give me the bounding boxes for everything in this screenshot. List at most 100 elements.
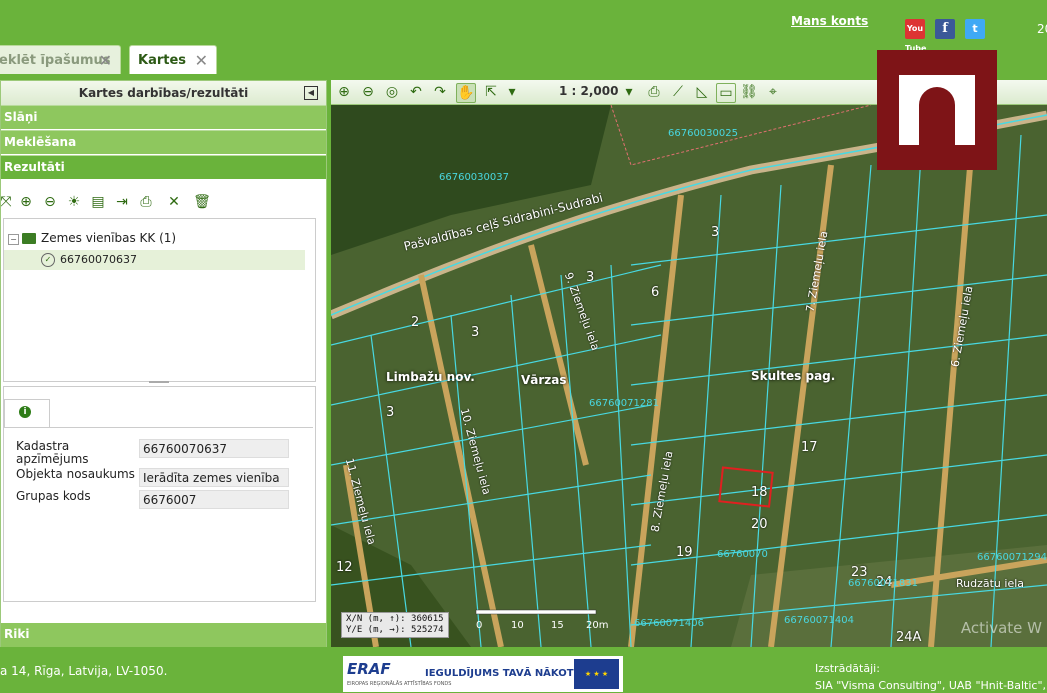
section-layers[interactable]: Slāņi: [1, 105, 326, 129]
footer-address: a 14, Rīga, Latvija, LV-1050.: [0, 664, 168, 678]
eraf-slogan: IEGULDĪJUMS TAVĀ NĀKOTNĒ: [425, 668, 589, 679]
scale-bar-label: 15: [551, 620, 564, 631]
parcel-number: 18: [751, 485, 768, 500]
parcel-id-label: 66760071404: [784, 615, 854, 626]
developers-names: SIA "Visma Consulting", UAB "Hnit-Baltic…: [815, 679, 1047, 692]
clear-icon[interactable]: ✕: [165, 193, 183, 211]
info-panel: i Kadastra apzīmējums 66760070637 Objekt…: [3, 386, 316, 602]
parcel-number: 3: [711, 225, 720, 240]
eraf-banner: ERAF EIROPAS REĢIONĀLĀS ATTĪSTĪBAS FONDS…: [343, 656, 623, 692]
field-label: Objekta nosaukums: [16, 467, 135, 481]
print-icon[interactable]: ⎙: [645, 83, 663, 101]
place-label: Skultes pag.: [751, 369, 836, 383]
back-icon[interactable]: ↶: [407, 83, 425, 101]
field-label: Kadastra apzīmējums: [16, 439, 89, 466]
parcel-number: 17: [801, 440, 818, 455]
parcel-icon: ✓: [41, 253, 55, 267]
dropdown-icon[interactable]: ▾: [503, 83, 521, 101]
eraf-subtitle: EIROPAS REĢIONĀLĀS ATTĪSTĪBAS FONDS: [347, 681, 452, 687]
field-value: 6676007: [139, 490, 289, 509]
splitter-handle[interactable]: [149, 381, 169, 383]
parcel-number: 3: [471, 325, 480, 340]
field-value: 66760070637: [139, 439, 289, 458]
parcel-id-label: 66760070: [717, 549, 768, 560]
coord-ye: Y/E (m, →): 525274: [346, 625, 444, 635]
scale-bar-label: 0: [476, 620, 483, 631]
export-icon[interactable]: ⇥: [113, 193, 131, 211]
panel-title: Kartes darbības/rezultāti ◀: [1, 81, 326, 105]
full-extent-icon[interactable]: ◎: [383, 83, 401, 101]
parcel-number: 12: [336, 560, 353, 575]
place-label: Vārzas: [521, 373, 567, 387]
parcel-id-label: 66760030037: [439, 172, 509, 183]
collapse-icon[interactable]: ◀: [304, 86, 318, 100]
measure-icon[interactable]: ⟋: [669, 83, 687, 101]
parcel-number: 2: [411, 315, 420, 330]
site-logo[interactable]: [877, 50, 997, 170]
tab-property-search[interactable]: eklēt īpašumus ✕: [0, 45, 121, 74]
youtube-icon[interactable]: You Tube: [905, 19, 926, 53]
tree-item-parcel[interactable]: ✓ 66760070637: [4, 250, 305, 270]
coord-xn: X/N (m, ↑): 360615: [346, 614, 444, 624]
logo-icon: [899, 75, 975, 145]
section-tools[interactable]: Riki: [1, 623, 326, 647]
parcel-number: 6: [651, 285, 660, 300]
info-body: Kadastra apzīmējums 66760070637 Objekta …: [4, 427, 313, 602]
zoom-out-icon[interactable]: ⊖: [359, 83, 377, 101]
print-icon[interactable]: ⎙: [137, 193, 155, 211]
tree-group-label[interactable]: Zemes vienības KK (1): [41, 231, 176, 245]
scale-bar-label: 10: [511, 620, 524, 631]
info-tab[interactable]: i: [4, 399, 50, 428]
field-value: Ierādīta zemes vienība: [139, 468, 289, 487]
select-icon[interactable]: ⇱: [482, 83, 500, 101]
field-label: Grupas kods: [16, 489, 91, 503]
parcel-id-label: 66760071281: [589, 398, 659, 409]
account-link[interactable]: Mans konts: [791, 14, 868, 28]
document-icon[interactable]: ▤: [89, 193, 107, 211]
parcel-id-label: 66760030025: [668, 128, 738, 139]
delete-icon[interactable]: 🗑: [193, 193, 211, 211]
scale-select[interactable]: 1 : 2,000: [559, 84, 618, 98]
identify-icon[interactable]: ▭: [716, 83, 736, 103]
facebook-icon[interactable]: f: [935, 19, 955, 39]
map-canvas[interactable]: 3 2 3 3 6 3 18 20 17 19 23 24 24A 12 Lim…: [331, 105, 1047, 647]
close-icon[interactable]: ✕: [99, 46, 112, 75]
tab-label: Kartes: [138, 53, 187, 68]
zoom-out-icon[interactable]: ⊖: [41, 193, 59, 211]
angle-icon[interactable]: ◺: [693, 83, 711, 101]
panel-title-text: Kartes darbības/rezultāti: [78, 86, 249, 100]
parcel-id: 66760070637: [60, 253, 137, 266]
parcel-id-label: 66760071406: [634, 618, 704, 629]
footer: a 14, Rīga, Latvija, LV-1050. ERAF EIROP…: [0, 652, 1047, 693]
parcel-number: 3: [386, 405, 395, 420]
tab-maps[interactable]: Kartes ✕: [129, 45, 217, 74]
gps-icon[interactable]: ⌖: [764, 83, 782, 101]
street-label: Rudzātu iela: [956, 577, 1025, 590]
collapse-tree-icon[interactable]: −: [8, 234, 19, 245]
close-icon[interactable]: ✕: [195, 46, 208, 75]
left-panel: Kartes darbības/rezultāti ◀ Slāņi Meklēš…: [0, 80, 327, 647]
section-results[interactable]: Rezultāti: [1, 155, 326, 179]
tab-label: eklēt īpašumus: [0, 53, 111, 68]
parcel-number: 24A: [896, 630, 922, 645]
results-tree: − Zemes vienības KK (1) ✓ 66760070637: [3, 218, 316, 382]
pan-icon[interactable]: ✋: [456, 83, 476, 103]
section-search[interactable]: Meklēšana: [1, 130, 326, 154]
highlight-icon[interactable]: ☀: [65, 193, 83, 211]
zoom-to-all-icon[interactable]: ⤧: [0, 193, 15, 211]
scale-dropdown-icon[interactable]: ▾: [620, 83, 638, 101]
place-label: Limbažu nov.: [386, 370, 475, 384]
developers-title: Izstrādātāji:: [815, 662, 880, 675]
year-fragment: 20: [1037, 22, 1047, 36]
parcel-number: 3: [586, 270, 595, 285]
zoom-in-icon[interactable]: ⊕: [335, 83, 353, 101]
eraf-logo: ERAF: [347, 660, 391, 678]
scale-bar-label: 20m: [586, 620, 609, 631]
eu-flag-icon: ★ ★ ★: [574, 659, 619, 689]
link-icon[interactable]: ⛓: [740, 83, 758, 101]
forward-icon[interactable]: ↷: [431, 83, 449, 101]
zoom-in-icon[interactable]: ⊕: [17, 193, 35, 211]
twitter-icon[interactable]: t: [965, 19, 985, 39]
parcel-id-label: 66760071294: [977, 552, 1047, 563]
coordinate-readout: X/N (m, ↑): 360615 Y/E (m, →): 525274: [341, 612, 449, 638]
